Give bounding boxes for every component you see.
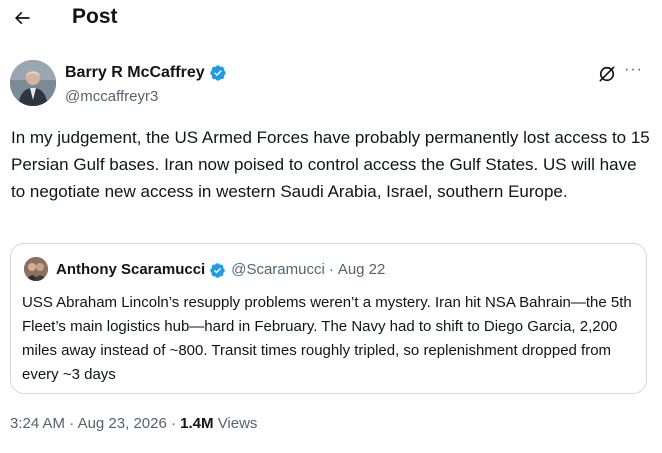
quoted-post[interactable]: Anthony Scaramucci @Scaramucci · Aug 22 … bbox=[10, 243, 647, 394]
views-label: Views bbox=[217, 415, 258, 432]
post-time[interactable]: 3:24 AM bbox=[10, 415, 65, 432]
quote-text: USS Abraham Lincoln’s resupply problems … bbox=[22, 294, 632, 383]
back-button[interactable] bbox=[8, 4, 36, 32]
quote-author-handle: @Scaramucci bbox=[231, 261, 325, 278]
author-name-line: Barry R McCaffrey bbox=[65, 63, 227, 83]
post-date[interactable]: Aug 23, 2026 bbox=[78, 415, 167, 432]
separator-dot: · bbox=[69, 415, 75, 432]
quote-avatar[interactable] bbox=[24, 257, 48, 281]
verified-badge-icon bbox=[209, 65, 226, 81]
quote-date[interactable]: Aug 22 bbox=[338, 260, 386, 280]
author-name[interactable]: Barry R McCaffrey bbox=[65, 63, 205, 83]
verified-badge-icon bbox=[210, 262, 225, 278]
more-options-button[interactable]: ··· bbox=[624, 60, 648, 84]
grok-button[interactable] bbox=[597, 64, 617, 84]
separator-dot: · bbox=[170, 415, 176, 432]
avatar[interactable] bbox=[10, 60, 56, 106]
views-count[interactable]: 1.4M bbox=[180, 415, 213, 432]
post-meta: 3:24 AM · Aug 23, 2026 · 1.4M Views bbox=[10, 413, 257, 435]
page-title: Post bbox=[72, 5, 118, 28]
quote-author-name[interactable]: Anthony Scaramucci bbox=[56, 260, 205, 280]
top-bar: Post bbox=[0, 0, 662, 38]
arrow-left-icon bbox=[15, 11, 30, 25]
post-text: In my judgement, the US Armed Forces hav… bbox=[11, 128, 650, 201]
quote-header: Anthony Scaramucci @Scaramucci · Aug 22 bbox=[56, 260, 385, 280]
grok-icon bbox=[599, 66, 615, 82]
separator-dot: · bbox=[328, 261, 334, 278]
author-handle[interactable]: @mccaffreyr3 bbox=[65, 87, 158, 107]
post-author: Barry R McCaffrey @mccaffreyr3 ··· bbox=[10, 60, 652, 108]
